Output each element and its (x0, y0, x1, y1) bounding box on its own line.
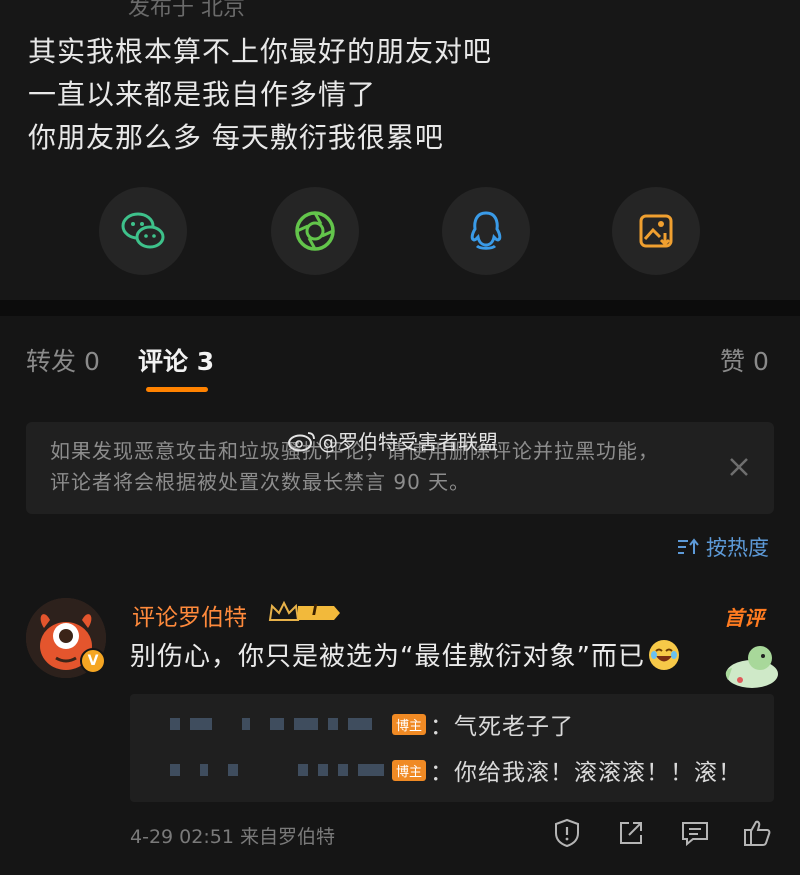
qq-icon (470, 211, 502, 250)
notice-close-button[interactable] (724, 452, 754, 482)
save-image-button[interactable] (612, 187, 700, 275)
comment-body: 别伤心，你只是被选为“最佳敷衍对象”而已 (130, 636, 679, 673)
share-moments-button[interactable] (271, 187, 359, 275)
active-tab-indicator (146, 387, 208, 392)
first-comment-tag: 首评 (724, 606, 764, 630)
share-row (0, 187, 800, 275)
redacted-block (190, 718, 212, 730)
comment-text: 别伤心，你只是被选为“最佳敷衍对象”而已 (130, 642, 645, 672)
comment-actions (0, 816, 800, 852)
post-meta: 发布于 北京 (128, 0, 245, 21)
redacted-block (242, 718, 250, 730)
verified-badge: V (80, 648, 106, 674)
owner-tag: 博主 (392, 713, 427, 735)
tab-repost[interactable]: 转发 0 (26, 342, 100, 378)
reply-text: ：气死老子了 (430, 714, 574, 740)
reply-button[interactable] (678, 816, 712, 850)
laughing-emoji-icon (648, 639, 679, 670)
redacted-block (170, 764, 180, 776)
redacted-block (328, 718, 338, 730)
sort-toggle[interactable]: 按热度 (676, 532, 769, 562)
dragon-sticker-icon (725, 646, 778, 688)
share-qq-button[interactable] (442, 187, 530, 275)
post-line-2: 一直以来都是我自作多情了 (28, 78, 377, 111)
tab-comments[interactable]: 评论 3 (138, 342, 214, 378)
redacted-block (318, 764, 328, 776)
close-icon (730, 458, 748, 476)
rank-badge-text: I (312, 601, 318, 619)
moments-icon (295, 211, 335, 251)
post-line-1: 其实我根本算不上你最好的朋友对吧 (28, 35, 493, 68)
redacted-block (348, 718, 372, 730)
redacted-block (298, 764, 308, 776)
weibo-logo-icon (288, 431, 315, 451)
watermark: @罗伯特受害者联盟 (288, 426, 498, 455)
section-divider (0, 300, 800, 316)
comment-item: V 评论罗伯特 I 首评 别伤心，你只是被选为“最佳敷衍对象”而已 博主 ：气死… (0, 590, 800, 875)
comment-bubble-icon (682, 822, 708, 847)
redacted-block (358, 764, 384, 776)
report-button[interactable] (550, 816, 584, 850)
comment-author[interactable]: 评论罗伯特 (132, 598, 247, 632)
sticker-decoration (718, 640, 784, 696)
post-line-3: 你朋友那么多 每天敷衍我很累吧 (28, 121, 444, 154)
thumbs-up-icon (744, 820, 771, 846)
redacted-block (294, 718, 318, 730)
sort-label: 按热度 (706, 536, 769, 560)
notice-line-2: 评论者将会根据被处置次数最长禁言 90 天。 (50, 470, 471, 494)
redacted-block (200, 764, 208, 776)
share-comment-button[interactable] (614, 816, 648, 850)
redacted-block (270, 718, 284, 730)
reply-text: ：你给我滚！滚滚滚！！滚！ (430, 760, 742, 786)
replies-panel[interactable]: 博主 ：气死老子了 博主 ：你给我滚！滚滚滚！！滚！ (130, 694, 774, 802)
reply-item[interactable]: 博主 ：你给我滚！滚滚滚！！滚！ (130, 750, 774, 790)
wechat-icon (121, 212, 165, 249)
share-wechat-button[interactable] (99, 187, 187, 275)
reply-author-redacted (170, 764, 384, 776)
share-icon (620, 822, 642, 844)
redacted-block (338, 764, 348, 776)
tab-likes[interactable]: 赞 0 (720, 342, 769, 378)
shield-warning-icon (555, 818, 579, 848)
save-image-icon (639, 214, 673, 248)
like-button[interactable] (740, 816, 774, 850)
tab-bar: 转发 0 评论 3 赞 0 (0, 316, 800, 402)
reply-author-redacted (170, 718, 372, 730)
crown-icon (268, 600, 340, 621)
watermark-text: @罗伯特受害者联盟 (318, 430, 498, 454)
post-text: 其实我根本算不上你最好的朋友对吧 一直以来都是我自作多情了 你朋友那么多 每天敷… (28, 30, 492, 159)
redacted-block (228, 764, 238, 776)
rank-badge: I (268, 600, 342, 630)
reply-item[interactable]: 博主 ：气死老子了 (130, 704, 774, 744)
sort-icon (678, 538, 699, 554)
post-content: 发布于 北京 其实我根本算不上你最好的朋友对吧 一直以来都是我自作多情了 你朋友… (0, 0, 800, 300)
owner-tag: 博主 (392, 759, 427, 781)
redacted-block (170, 718, 180, 730)
